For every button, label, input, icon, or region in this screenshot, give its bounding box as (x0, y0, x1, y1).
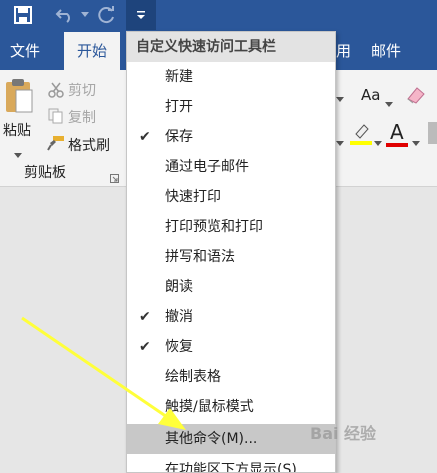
watermark: Bai 经验 (310, 424, 377, 443)
annotation-arrow (21, 316, 186, 430)
